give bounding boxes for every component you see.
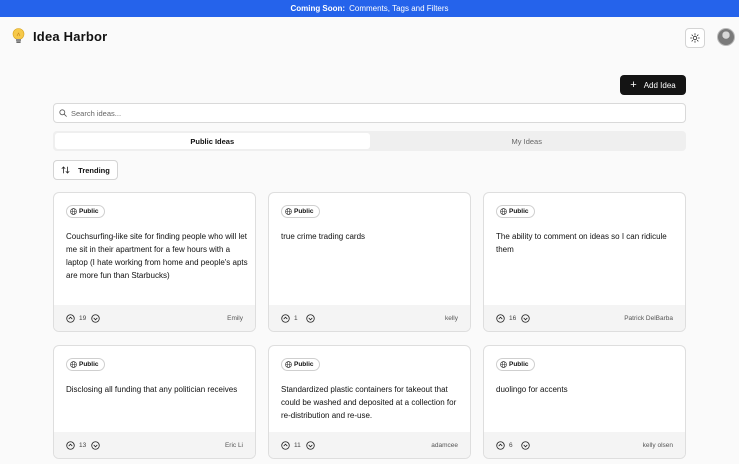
idea-card[interactable]: Public duolingo for accents 6 kelly olse… <box>483 345 686 459</box>
author-name: adamcee <box>431 441 458 449</box>
banner-lead: Coming Soon: <box>290 4 346 13</box>
globe-icon <box>500 208 507 215</box>
vote-controls: 6 <box>496 440 530 450</box>
downvote-icon[interactable] <box>306 313 315 323</box>
vote-count: 19 <box>79 314 87 322</box>
user-avatar[interactable] <box>717 28 735 46</box>
idea-text: Standardized plastic containers for take… <box>281 385 457 420</box>
visibility-badge: Public <box>66 205 105 218</box>
vote-count: 1 <box>294 314 298 322</box>
upvote-icon[interactable] <box>496 440 505 450</box>
author-name: kelly olsen <box>642 441 673 449</box>
app-title: Idea Harbor <box>33 29 108 44</box>
vote-count: 11 <box>294 441 301 449</box>
visibility-badge: Public <box>496 358 535 371</box>
add-idea-label: Add Idea <box>643 80 676 90</box>
author-name: Eric Li <box>224 441 243 449</box>
downvote-icon[interactable] <box>91 313 100 323</box>
lightbulb-icon <box>12 28 25 43</box>
globe-icon <box>285 361 292 368</box>
idea-text: Couchsurfing-like site for finding peopl… <box>66 232 248 280</box>
card-footer: 13 Eric Li <box>54 432 255 458</box>
visibility-label: Public <box>79 361 99 368</box>
visibility-label: Public <box>79 208 99 215</box>
vote-count: 13 <box>79 441 87 449</box>
search-input[interactable] <box>71 108 671 118</box>
downvote-icon[interactable] <box>306 440 315 450</box>
tab-my-ideas[interactable]: My Ideas <box>370 133 685 149</box>
theme-toggle-button[interactable] <box>685 28 705 48</box>
upvote-icon[interactable] <box>496 313 505 323</box>
banner-text: Comments, Tags and Filters <box>349 4 449 13</box>
idea-card[interactable]: Public true crime trading cards 1 kelly <box>268 192 471 332</box>
upvote-icon[interactable] <box>66 313 75 323</box>
globe-icon <box>70 361 77 368</box>
sun-icon <box>690 33 700 43</box>
add-idea-button[interactable]: + Add Idea <box>620 75 686 95</box>
globe-icon <box>500 361 507 368</box>
author-name: kelly <box>444 314 458 322</box>
idea-card[interactable]: Public The ability to comment on ideas s… <box>483 192 686 332</box>
visibility-badge: Public <box>281 205 320 218</box>
idea-text: Disclosing all funding that any politici… <box>66 385 238 394</box>
sort-arrows-icon <box>61 166 70 174</box>
idea-text: duolingo for accents <box>496 385 568 394</box>
plus-icon: + <box>630 78 637 91</box>
visibility-badge: Public <box>496 205 535 218</box>
idea-text: true crime trading cards <box>281 232 366 241</box>
visibility-label: Public <box>509 208 529 215</box>
search-bar[interactable] <box>53 103 686 123</box>
upvote-icon[interactable] <box>66 440 75 450</box>
card-footer: 6 kelly olsen <box>484 432 685 458</box>
card-footer: 19 Emily <box>54 305 255 331</box>
globe-icon <box>285 208 292 215</box>
author-name: Patrick DelBarba <box>624 314 673 322</box>
upvote-icon[interactable] <box>281 313 290 323</box>
idea-tabs: Public Ideas My Ideas <box>53 131 686 151</box>
vote-controls: 1 <box>281 313 315 323</box>
vote-controls: 16 <box>496 313 530 323</box>
card-footer: 1 kelly <box>269 305 470 331</box>
visibility-label: Public <box>294 208 314 215</box>
idea-text: The ability to comment on ideas so I can… <box>496 232 667 254</box>
upvote-icon[interactable] <box>281 440 290 450</box>
search-icon <box>59 109 67 117</box>
sort-button[interactable]: Trending <box>53 160 118 180</box>
vote-count: 6 <box>509 441 513 449</box>
vote-count: 16 <box>509 314 517 322</box>
vote-controls: 11 <box>281 440 315 450</box>
vote-controls: 13 <box>66 440 100 450</box>
idea-card[interactable]: Public Couchsurfing-like site for findin… <box>53 192 256 332</box>
visibility-badge: Public <box>66 358 105 371</box>
author-name: Emily <box>227 314 243 322</box>
downvote-icon[interactable] <box>521 313 530 323</box>
visibility-label: Public <box>509 361 529 368</box>
idea-card[interactable]: Public Disclosing all funding that any p… <box>53 345 256 459</box>
downvote-icon[interactable] <box>91 440 100 450</box>
visibility-badge: Public <box>281 358 320 371</box>
idea-card[interactable]: Public Standardized plastic containers f… <box>268 345 471 459</box>
vote-controls: 19 <box>66 313 100 323</box>
sort-label: Trending <box>78 165 110 175</box>
card-footer: 11 adamcee <box>269 432 470 458</box>
card-footer: 16 Patrick DelBarba <box>484 305 685 331</box>
tab-public-ideas[interactable]: Public Ideas <box>55 133 370 149</box>
globe-icon <box>70 208 77 215</box>
downvote-icon[interactable] <box>521 440 530 450</box>
announcement-banner: Coming Soon: Comments, Tags and Filters <box>0 0 739 17</box>
app-header: Idea Harbor <box>0 17 739 57</box>
visibility-label: Public <box>294 361 314 368</box>
